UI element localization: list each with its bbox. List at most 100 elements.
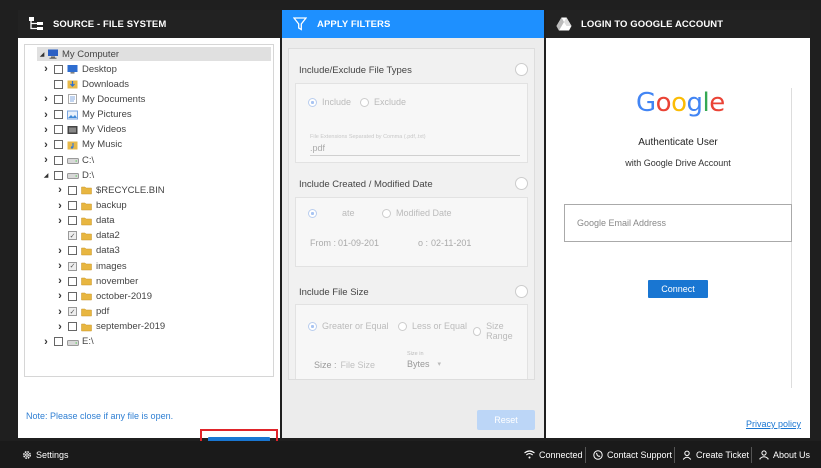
tree-item-checkbox[interactable] <box>54 110 63 120</box>
chevron-right-icon[interactable]: › <box>55 184 65 196</box>
tree-item[interactable]: › ✓ images <box>55 259 126 273</box>
tree-item[interactable]: › backup <box>55 199 126 213</box>
file-tree[interactable]: ◢ My Computer › Desktop Downloads › My Documen… <box>24 44 274 377</box>
tree-item[interactable]: › data3 <box>55 244 120 258</box>
tree-item-label: data <box>96 215 115 227</box>
size-unit-value: Bytes <box>407 359 430 369</box>
include-radio[interactable]: Include <box>308 97 351 107</box>
tree-item[interactable]: › My Music <box>41 138 122 152</box>
date-filter-toggle[interactable] <box>515 177 528 190</box>
tree-item-checkbox[interactable] <box>54 337 63 347</box>
tree-item-checkbox[interactable] <box>68 291 77 301</box>
settings-button[interactable]: Settings <box>22 441 69 468</box>
tree-item[interactable]: › Desktop <box>41 62 117 76</box>
tree-item[interactable]: › data <box>55 214 115 228</box>
google-email-input[interactable] <box>564 204 792 242</box>
less-equal-radio[interactable]: Less or Equal <box>398 321 467 331</box>
create-ticket-button[interactable]: Create Ticket <box>682 441 749 468</box>
privacy-policy-link[interactable]: Privacy policy <box>746 419 801 429</box>
tree-item[interactable]: ◢ D:\ <box>41 168 94 182</box>
modified-date-radio[interactable]: Modified Date <box>382 208 452 218</box>
filter-icon <box>292 16 308 32</box>
file-size-field[interactable]: Size : File Size <box>314 360 375 370</box>
tree-item[interactable]: › $RECYCLE.BIN <box>55 183 164 197</box>
chevron-right-icon[interactable]: › <box>41 63 51 75</box>
tree-item[interactable]: › My Videos <box>41 123 126 137</box>
chevron-right-icon[interactable]: › <box>41 154 51 166</box>
tree-item-checkbox[interactable] <box>68 201 77 210</box>
tree-item-checkbox[interactable] <box>54 79 63 89</box>
tree-item-checkbox[interactable] <box>68 322 77 332</box>
chevron-right-icon[interactable]: › <box>55 290 65 302</box>
greater-equal-radio-dot <box>308 321 317 331</box>
less-equal-radio-dot <box>398 321 407 331</box>
tree-item-checkbox[interactable]: ✓ <box>68 231 77 241</box>
chevron-right-icon[interactable]: › <box>55 260 65 272</box>
tree-item-checkbox[interactable] <box>68 185 77 195</box>
chevron-down-icon[interactable]: ◢ <box>37 51 47 58</box>
chevron-right-icon[interactable]: › <box>55 215 65 227</box>
file-types-toggle[interactable] <box>515 63 528 76</box>
chevron-right-icon[interactable]: › <box>55 306 65 318</box>
from-date-field[interactable]: From : 01-09-201 <box>310 238 379 248</box>
extensions-input[interactable]: .pdf <box>310 143 520 156</box>
tree-item[interactable]: › october-2019 <box>55 289 152 303</box>
tree-item[interactable]: Downloads <box>41 77 129 91</box>
tree-item[interactable]: › My Documents <box>41 92 145 106</box>
extensions-caption: File Extensions Separated by Comma (.pdf… <box>310 134 426 140</box>
reset-button[interactable]: Reset <box>477 410 535 430</box>
from-label: From : <box>310 238 336 248</box>
chevron-right-icon[interactable]: › <box>41 336 51 348</box>
tree-item[interactable]: › C:\ <box>41 153 94 167</box>
tree-item-checkbox[interactable]: ✓ <box>68 261 77 271</box>
create-ticket-label: Create Ticket <box>696 449 750 460</box>
chevron-right-icon[interactable]: › <box>55 275 65 287</box>
tree-item-checkbox[interactable] <box>54 125 63 135</box>
tree-item[interactable]: ◢ My Computer <box>37 47 271 61</box>
tree-item-checkbox[interactable] <box>54 64 63 74</box>
greater-equal-radio[interactable]: Greater or Equal <box>308 321 389 331</box>
source-panel: SOURCE - FILE SYSTEM ◢ My Computer › Deskto… <box>18 10 280 465</box>
tree-item[interactable]: › november <box>55 274 138 288</box>
tree-item-label: november <box>96 275 139 287</box>
tree-item[interactable]: › My Pictures <box>41 108 131 122</box>
tree-item-label: pdf <box>96 306 110 318</box>
chevron-right-icon[interactable]: › <box>41 109 51 121</box>
tree-item-checkbox[interactable] <box>54 155 63 165</box>
status-bar: Settings Connected Contact Support Creat… <box>0 441 821 468</box>
chevron-right-icon[interactable]: › <box>41 124 51 136</box>
chevron-down-icon[interactable]: ◢ <box>41 172 51 179</box>
tree-item[interactable]: › ✓ pdf <box>55 305 109 319</box>
chevron-right-icon[interactable]: › <box>55 245 65 257</box>
about-us-button[interactable]: About Us <box>759 441 810 468</box>
chevron-down-icon: ▾ <box>437 361 442 368</box>
tree-item[interactable]: ✓ data2 <box>55 229 120 243</box>
connect-button[interactable]: Connect <box>648 280 708 298</box>
chevron-right-icon[interactable]: › <box>41 139 51 151</box>
tree-item-label: data3 <box>96 245 120 257</box>
chevron-right-icon[interactable]: › <box>41 93 51 105</box>
login-panel-title: LOGIN TO GOOGLE ACCOUNT <box>581 18 724 30</box>
to-date-field[interactable]: o : 02-11-201 <box>418 238 471 248</box>
size-filter-toggle[interactable] <box>515 285 528 298</box>
size-range-radio[interactable]: Size Range <box>473 321 527 341</box>
tree-item[interactable]: › september-2019 <box>55 320 165 334</box>
contact-support-button[interactable]: Contact Support <box>593 441 672 468</box>
chevron-right-icon[interactable]: › <box>55 321 65 333</box>
tree-item-checkbox[interactable] <box>54 140 63 150</box>
tree-item-checkbox[interactable] <box>54 170 63 180</box>
chevron-right-icon[interactable]: › <box>55 200 65 212</box>
phone-icon <box>593 449 603 460</box>
tree-item-checkbox[interactable] <box>54 94 63 104</box>
exclude-radio[interactable]: Exclude <box>360 97 406 107</box>
size-unit-select[interactable]: Bytes ▾ <box>407 359 441 369</box>
tree-item-checkbox[interactable] <box>68 246 77 256</box>
connection-status: Connected <box>524 441 583 468</box>
tree-item-checkbox[interactable] <box>68 276 77 286</box>
created-date-radio[interactable]: ate <box>308 208 355 218</box>
source-panel-body: ◢ My Computer › Desktop Downloads › My Documen… <box>18 38 280 465</box>
size-placeholder: File Size <box>340 360 376 370</box>
tree-item-checkbox[interactable] <box>68 216 77 226</box>
tree-item-checkbox[interactable]: ✓ <box>68 307 77 317</box>
tree-item[interactable]: › E:\ <box>41 335 93 349</box>
